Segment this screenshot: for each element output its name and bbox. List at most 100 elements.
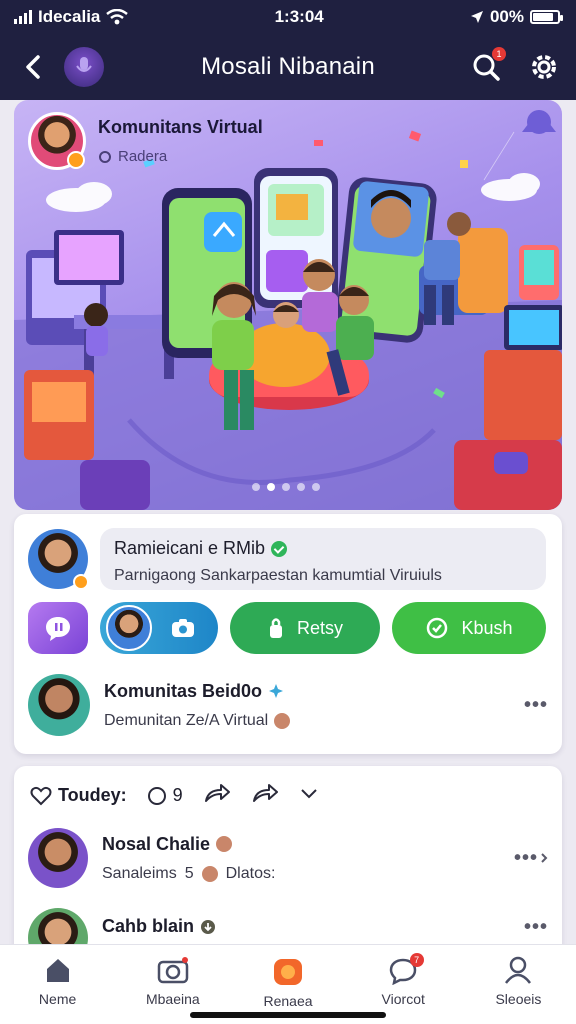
profile-icon [505,956,532,984]
post-title: Ramieicani e RMib [114,538,532,559]
search-button[interactable]: 1 [470,47,506,83]
avatar[interactable] [28,674,90,736]
expand-button[interactable] [299,785,319,806]
avatar [106,605,152,651]
feed-label: Toudey: [58,785,127,805]
hero-title: Komunitans Virtual [98,117,263,137]
signal-icon [14,10,32,24]
feed-item-count: 5 [184,864,194,882]
tab-label: Sleoeis [495,991,542,1007]
forward-arrow-icon [252,784,278,802]
message-icon [46,617,70,641]
share-arrow-icon [204,784,230,802]
feed-card: Toudey: 9 Nosal Chalie Sanaleims 5 Dlato… [14,766,562,968]
compass-icon [427,617,448,639]
status-badge [67,151,85,169]
emoji-icon [216,836,233,852]
community-subtitle: Demunitan Ze/A Virtual [104,711,291,730]
feed-item-title-text: Nosal Chalie [102,833,211,854]
mic-icon [76,57,92,72]
feed-item-title: Cahb blain [102,916,216,937]
message-button[interactable] [28,602,88,654]
carousel-dot[interactable] [267,483,275,491]
forward-button[interactable] [251,782,279,809]
feed-item-extra: Dlatos: [225,864,276,882]
feed-item-title: Nosal Chalie [102,834,275,855]
clock: 1:3:04 [274,7,324,26]
status-badge [73,574,89,590]
share-arrow-button[interactable] [203,782,231,809]
orange-bag-icon [274,959,302,985]
notification-badge: 1 [492,47,506,61]
tab-profile[interactable]: Sleoeis [461,945,576,1024]
list-item[interactable]: Nosal Chalie Sanaleims 5 Dlatos: ••• [28,828,548,888]
community-row[interactable]: Komunitas Beid0o Demunitan Ze/A Virtual … [28,674,548,736]
hero-header: Komunitans Virtual Radera [28,112,263,170]
heart-icon [30,786,52,805]
more-options-button[interactable]: ••• [514,847,548,870]
camera-icon [157,957,189,984]
feed-item-subtitle-text: Sanaleims [102,864,177,882]
lock-icon [269,618,282,638]
community-title-text: Komunitas Beid0o [104,680,263,701]
like-button[interactable]: Toudey: [30,785,127,806]
community-subtitle-text: Demunitan Ze/A Virtual [104,711,269,729]
hero-subtitle: Radera [98,148,263,165]
post-subtitle: Parnigaong Sankarpaestan kamumtial Virui… [114,567,442,584]
header-avatar[interactable] [64,47,104,87]
reply-label: Retsy [296,617,343,638]
post-row[interactable]: Ramieicani e RMib Parnigaong Sankarpaest… [28,528,546,590]
tab-badge: 7 [409,953,424,967]
verified-icon [271,540,288,557]
tab-label: Mbaeina [145,991,200,1007]
tab-home[interactable]: Neme [0,945,115,1024]
avatar[interactable] [28,828,88,888]
battery-percent: 00% [489,7,524,26]
hero-banner[interactable]: Komunitans Virtual Radera [14,100,562,510]
more-options-button[interactable]: ••• [524,908,548,939]
carousel-dot[interactable] [312,483,320,491]
feed-item-title-text: Cahb blain [102,916,195,936]
carousel-dot[interactable] [252,483,260,491]
camera-button[interactable] [100,602,218,654]
tab-label: Viorcot [381,991,425,1007]
carousel-dot[interactable] [282,483,290,491]
home-icon [46,959,69,982]
settings-button[interactable] [528,51,560,83]
download-icon [201,919,216,934]
comment-icon [147,786,166,805]
emoji-icon [274,712,291,729]
carousel-dots[interactable] [252,483,320,491]
post-title-text: Ramieicani e RMib [114,538,266,558]
carousel-dot[interactable] [297,483,305,491]
post-bubble[interactable]: Ramieicani e RMib Parnigaong Sankarpaest… [100,528,546,590]
gear-icon [532,55,556,79]
carrier-label: Idecalia [38,7,101,26]
hero-subtitle-text: Radera [118,148,168,165]
sparkle-icon [269,684,284,698]
share-label: Kbush [461,617,513,638]
chevron-left-icon [26,55,40,79]
chevron-down-icon [300,789,317,799]
camera-icon [172,619,194,637]
tab-label: Renaea [263,993,313,1009]
feed-item-subtitle: Sanaleims 5 Dlatos: [102,865,275,883]
action-row: Retsy Kbush [28,602,546,654]
feed-header: Toudey: 9 [30,782,319,809]
more-options-button[interactable]: ••• [524,694,548,717]
tab-label: Neme [38,991,77,1007]
app-header: Mosali Nibanain 1 [0,34,576,100]
post-card: Ramieicani e RMib Parnigaong Sankarpaest… [14,514,562,754]
avatar[interactable] [28,529,89,590]
status-bar: Idecalia 1:3:04 00% [0,0,576,34]
reply-button[interactable]: Retsy [230,602,380,654]
community-title: Komunitas Beid0o [104,681,290,702]
hero-avatar[interactable] [28,112,86,170]
comment-button[interactable]: 9 [147,785,183,806]
chevron-right-icon [541,853,548,863]
home-indicator[interactable] [190,1012,386,1018]
battery-icon [529,10,563,24]
share-button[interactable]: Kbush [392,602,546,654]
circle-icon [99,150,111,163]
back-button[interactable] [16,50,50,84]
